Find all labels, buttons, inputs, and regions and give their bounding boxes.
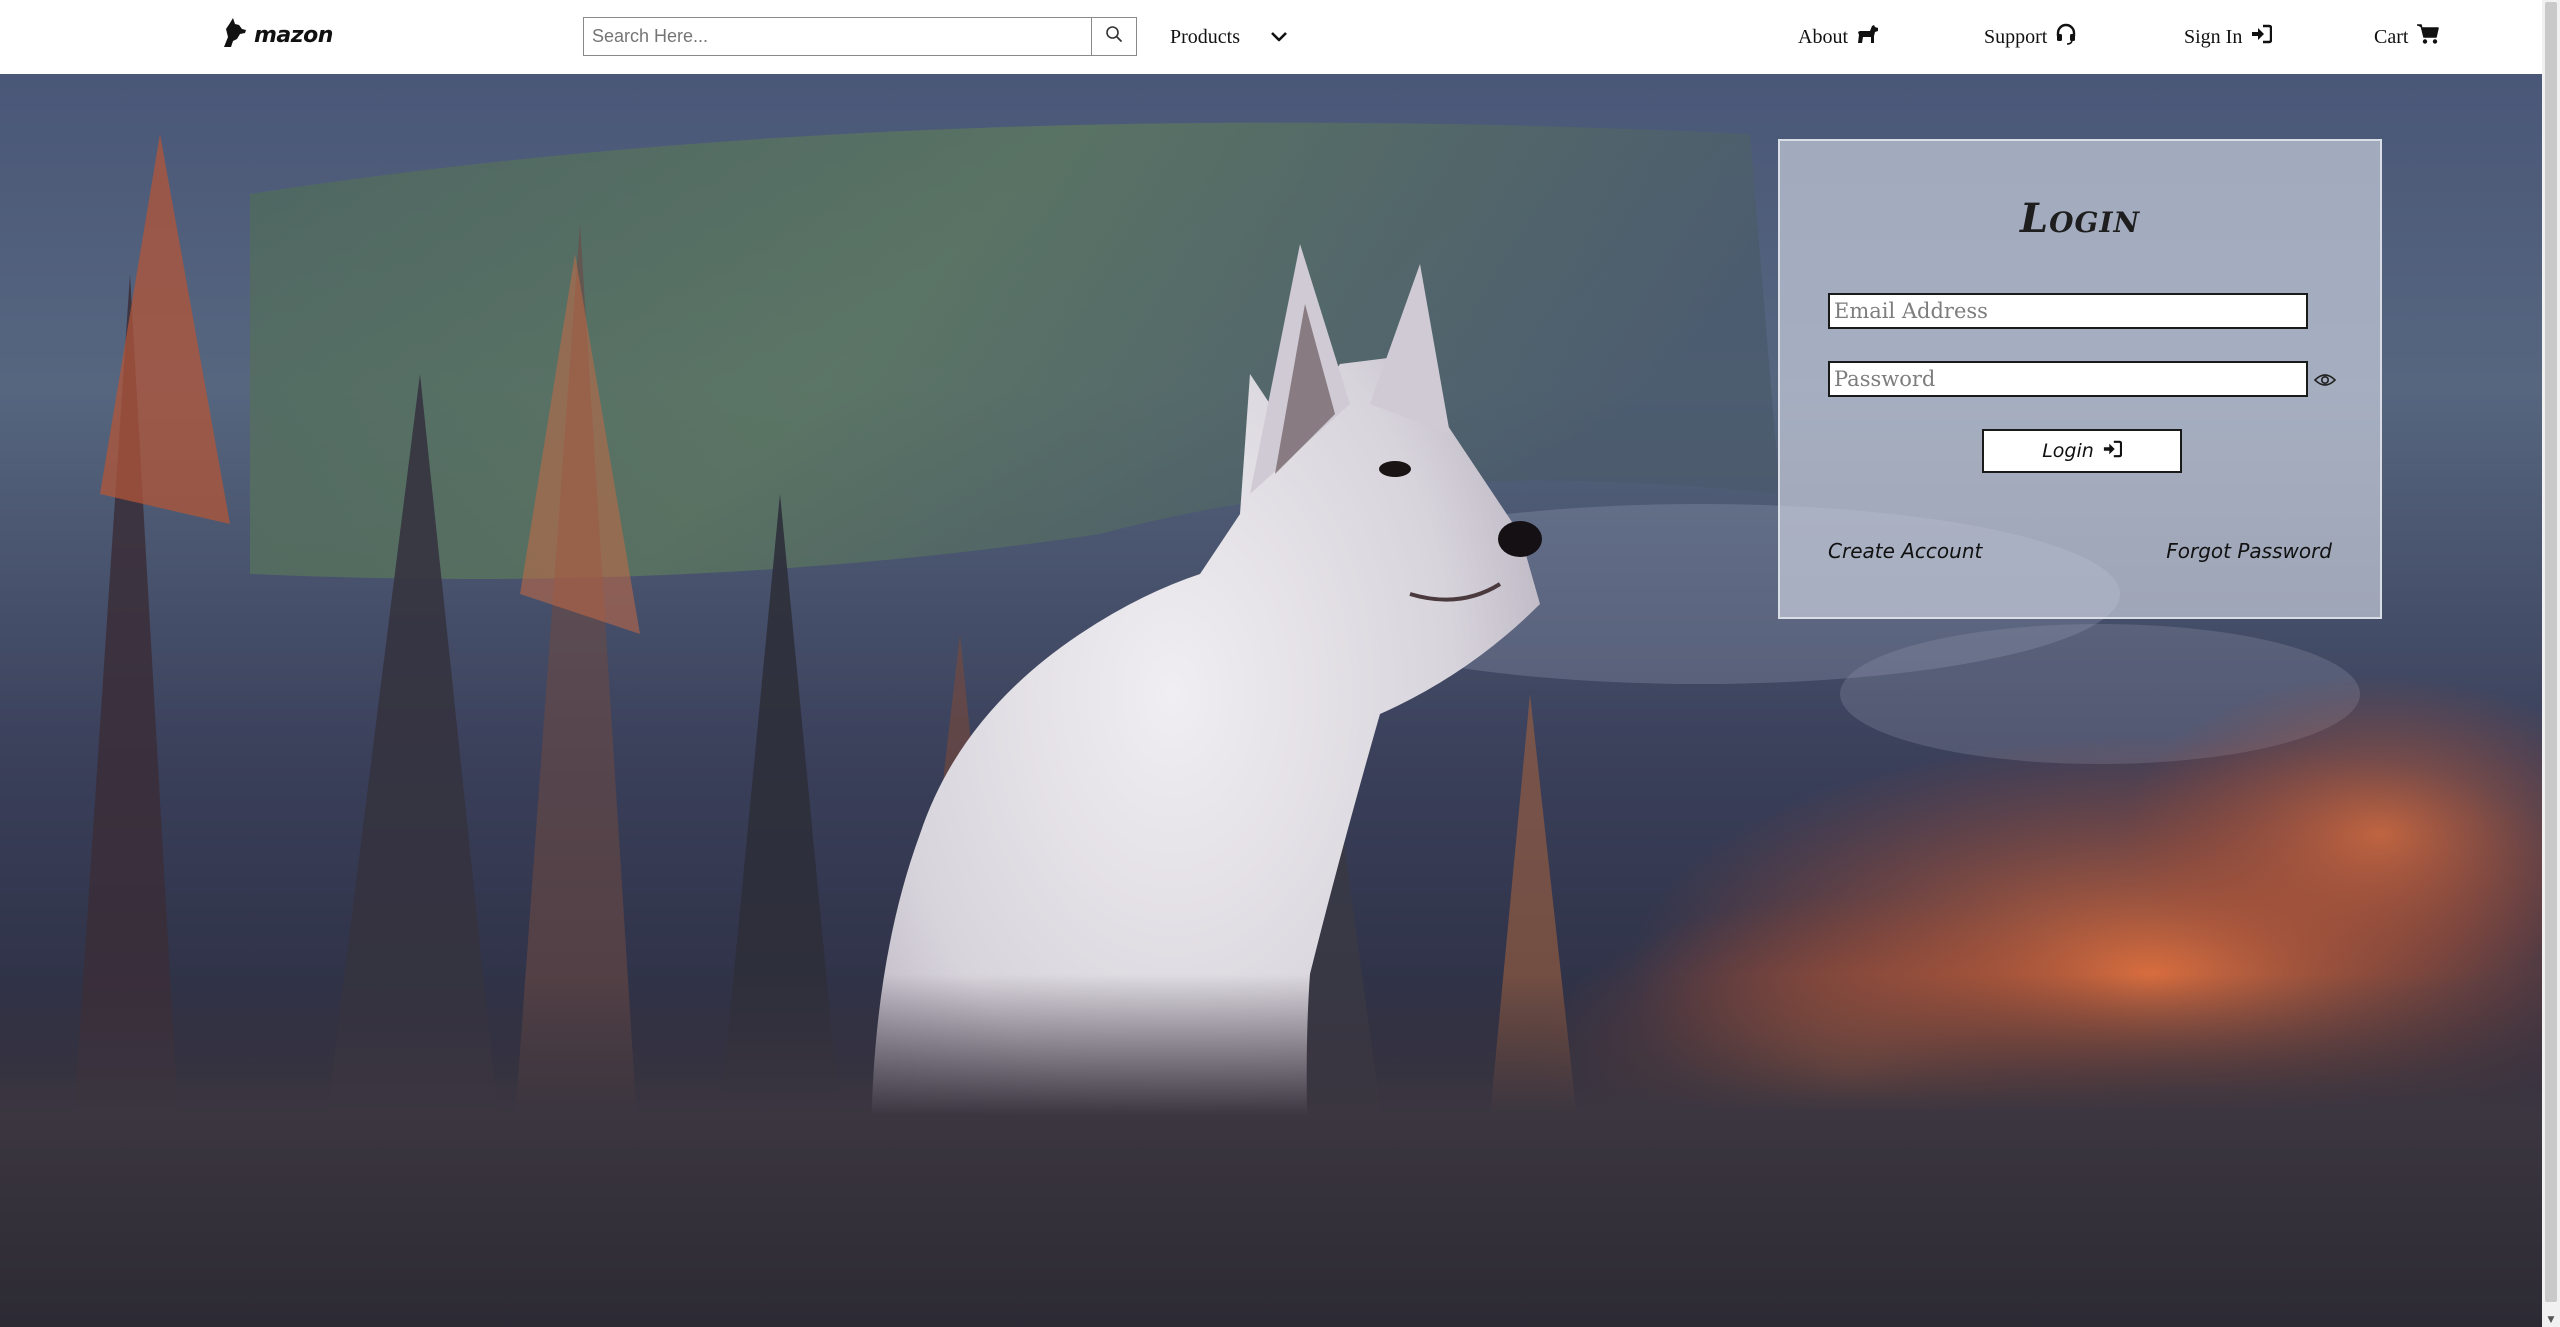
sign-in-icon	[2102, 440, 2122, 463]
page: mazon Products About	[0, 0, 2560, 1327]
nav-cart-label: Cart	[2374, 25, 2409, 48]
dog-logo-icon	[220, 17, 250, 54]
create-account-link[interactable]: Create Account	[1828, 539, 1982, 563]
login-button[interactable]: Login	[1982, 429, 2182, 473]
products-dropdown[interactable]: Products	[1170, 20, 1288, 54]
login-title: Login	[2019, 195, 2141, 242]
chevron-down-icon	[1270, 26, 1288, 49]
site-logo[interactable]: mazon	[220, 17, 333, 54]
search-button[interactable]	[1091, 18, 1136, 55]
top-navbar: mazon Products About	[0, 0, 2542, 74]
email-field[interactable]	[1828, 293, 2308, 329]
eye-icon[interactable]	[2314, 370, 2336, 390]
search-bar	[583, 17, 1137, 56]
login-button-label: Login	[2042, 440, 2094, 462]
password-field[interactable]	[1828, 361, 2308, 397]
sign-in-icon	[2250, 24, 2273, 50]
nav-support-label: Support	[1984, 25, 2048, 48]
search-input[interactable]	[584, 18, 1091, 55]
cart-icon	[2416, 23, 2440, 51]
nav-about[interactable]: About	[1798, 20, 1880, 54]
nav-about-label: About	[1798, 25, 1848, 48]
headset-icon	[2055, 23, 2077, 51]
scrollbar-thumb[interactable]	[2545, 2, 2557, 1302]
forgot-password-link[interactable]: Forgot Password	[2166, 539, 2332, 563]
page-scrollbar[interactable]: ▼	[2542, 0, 2560, 1327]
nav-sign-in-label: Sign In	[2184, 25, 2243, 48]
dog-icon	[1856, 23, 1880, 51]
nav-support[interactable]: Support	[1984, 20, 2077, 54]
products-label: Products	[1170, 25, 1240, 48]
logo-text: mazon	[254, 22, 333, 48]
nav-cart[interactable]: Cart	[2374, 20, 2440, 54]
nav-sign-in[interactable]: Sign In	[2184, 20, 2273, 54]
scroll-down-arrow-icon[interactable]: ▼	[2542, 1313, 2560, 1327]
search-icon	[1105, 25, 1123, 48]
login-card: Login Login Create Account Forgot Passwo…	[1778, 139, 2382, 619]
